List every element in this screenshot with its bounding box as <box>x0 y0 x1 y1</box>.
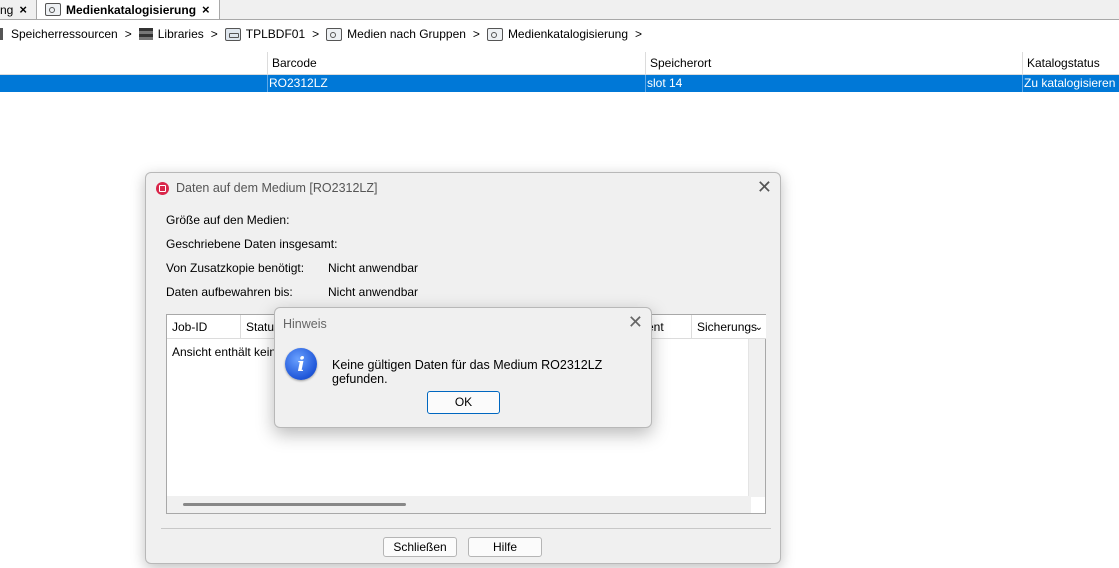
tab-previous[interactable]: ng × <box>0 0 27 19</box>
breadcrumb: Speicherressourcen > Libraries > TPLBDF0… <box>0 24 649 44</box>
dialog-divider <box>161 528 771 529</box>
hint-dialog-title: Hinweis <box>283 317 327 331</box>
media-dialog-titlebar: Daten auf dem Medium [RO2312LZ] <box>156 181 378 195</box>
field-label-copy: Von Zusatzkopie benötigt: <box>166 261 305 275</box>
media-dialog-close-icon[interactable]: ✕ <box>757 177 772 198</box>
cell-barcode: RO2312LZ <box>267 75 645 92</box>
column-header-job-id[interactable]: Job-ID <box>167 315 241 339</box>
column-header-sicherungs-label: Sicherungs <box>697 320 758 334</box>
tab-previous-label: ng <box>0 2 14 17</box>
close-button[interactable]: Schließen <box>383 537 457 557</box>
breadcrumb-separator: > <box>635 27 643 41</box>
media-group-icon <box>326 27 343 41</box>
library-rack-icon <box>138 28 153 40</box>
breadcrumb-label: Libraries <box>157 27 204 41</box>
breadcrumb-item-tplbdf01[interactable]: TPLBDF01 > <box>224 27 326 41</box>
breadcrumb-item-libraries[interactable]: Libraries > <box>138 27 225 41</box>
column-header-barcode[interactable]: Barcode <box>267 52 645 74</box>
media-group-icon <box>45 3 61 16</box>
breadcrumb-separator: > <box>124 27 132 41</box>
tab-strip: ng × Medienkatalogisierung × <box>0 0 1119 20</box>
empty-table-message: Ansicht enthält keine <box>172 345 283 359</box>
field-value-retain: Nicht anwendbar <box>328 285 419 299</box>
chevron-down-icon[interactable]: ⌄ <box>755 316 763 340</box>
app-logo-icon <box>156 181 169 195</box>
tape-library-icon <box>224 27 241 41</box>
hint-message: Keine gültigen Daten für das Medium RO23… <box>332 358 603 386</box>
breadcrumb-label: Medienkatalogisierung <box>507 27 629 41</box>
tab-medienkatalogisierung[interactable]: Medienkatalogisierung × <box>36 0 220 19</box>
field-label-retain: Daten aufbewahren bis: <box>166 285 293 299</box>
tab-previous-close-icon[interactable]: × <box>19 2 27 17</box>
breadcrumb-separator: > <box>472 27 480 41</box>
vertical-scrollbar[interactable] <box>748 339 765 497</box>
horizontal-scrollbar[interactable] <box>167 496 751 513</box>
storage-icon <box>0 28 3 40</box>
ok-button[interactable]: OK <box>427 391 500 414</box>
breadcrumb-item-speicherressourcen[interactable]: Speicherressourcen > <box>0 27 139 41</box>
breadcrumb-label: Medien nach Gruppen <box>347 27 466 41</box>
table-row[interactable]: RO2312LZ slot 14 Zu katalogisieren <box>0 75 1119 92</box>
media-table-header: Barcode Speicherort Katalogstatus <box>0 52 1119 75</box>
field-label-written: Geschriebene Daten insgesamt: <box>166 237 338 251</box>
breadcrumb-separator: > <box>210 27 218 41</box>
breadcrumb-item-medien-nach-gruppen[interactable]: Medien nach Gruppen > <box>326 27 487 41</box>
breadcrumb-separator: > <box>312 27 320 41</box>
cell-speicherort: slot 14 <box>645 75 1022 92</box>
breadcrumb-label: Speicherressourcen <box>11 27 118 41</box>
cell-katalogstatus: Zu katalogisieren <box>1022 75 1119 92</box>
column-header-speicherort[interactable]: Speicherort <box>645 52 1022 74</box>
column-header-sicherungs[interactable]: Sicherungs ⌄ <box>692 315 766 339</box>
media-dialog-title: Daten auf dem Medium [RO2312LZ] <box>176 181 378 195</box>
field-label-size: Größe auf den Medien: <box>166 213 290 227</box>
horizontal-scrollbar-thumb[interactable] <box>183 503 406 506</box>
help-button[interactable]: Hilfe <box>468 537 542 557</box>
hint-dialog: Hinweis ✕ i Keine gültigen Daten für das… <box>274 307 652 428</box>
field-value-copy: Nicht anwendbar <box>328 261 419 275</box>
info-icon: i <box>285 348 317 380</box>
breadcrumb-label: TPLBDF01 <box>245 27 306 41</box>
column-header-katalogstatus[interactable]: Katalogstatus <box>1022 52 1119 74</box>
tab-active-label: Medienkatalogisierung <box>66 2 197 17</box>
tab-active-close-icon[interactable]: × <box>202 2 210 17</box>
hint-dialog-close-icon[interactable]: ✕ <box>628 312 643 333</box>
media-catalog-icon <box>486 27 503 41</box>
breadcrumb-item-medienkatalogisierung[interactable]: Medienkatalogisierung > <box>486 27 649 41</box>
